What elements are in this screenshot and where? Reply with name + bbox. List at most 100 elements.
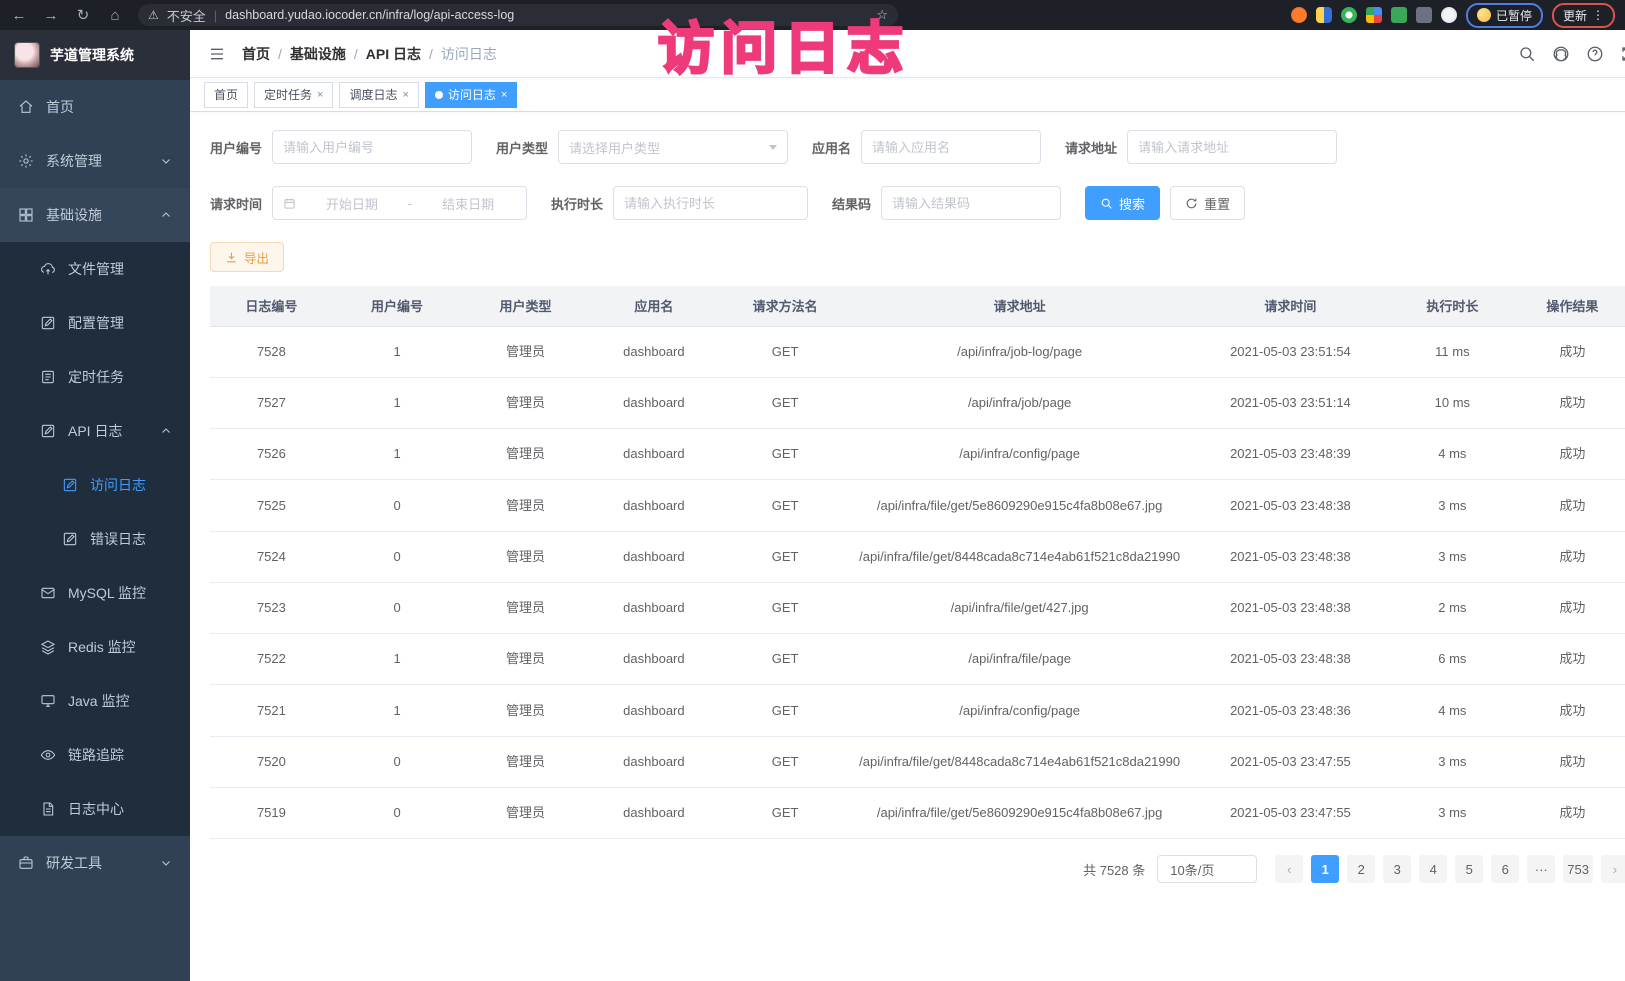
address-bar[interactable]: ⚠ 不安全 | dashboard.yudao.iocoder.cn/infra… bbox=[138, 4, 898, 26]
logo-image bbox=[14, 42, 40, 68]
page-number-button[interactable]: ··· bbox=[1527, 855, 1555, 883]
browser-home-button[interactable]: ⌂ bbox=[106, 7, 124, 24]
start-date-placeholder[interactable]: 开始日期 bbox=[304, 194, 400, 213]
search-button[interactable]: 搜索 bbox=[1085, 186, 1160, 220]
extension-icon[interactable] bbox=[1416, 7, 1432, 23]
browser-menu-icon[interactable]: ⋮ bbox=[1592, 8, 1604, 22]
sidebar-item-home[interactable]: 首页 bbox=[0, 80, 190, 134]
user-type-select[interactable]: 请选择用户类型 bbox=[558, 130, 788, 164]
breadcrumb-separator: / bbox=[354, 46, 358, 62]
tab[interactable]: 访问日志 × bbox=[425, 82, 517, 108]
export-button[interactable]: 导出 bbox=[210, 242, 284, 272]
github-icon[interactable] bbox=[1552, 45, 1570, 63]
user-type-label: 用户类型 bbox=[496, 138, 548, 157]
duration-input[interactable] bbox=[613, 186, 808, 220]
cell-time: 2021-05-03 23:48:38 bbox=[1187, 582, 1394, 633]
search-icon[interactable] bbox=[1518, 45, 1536, 63]
sidebar-item-errorlog[interactable]: 错误日志 bbox=[0, 512, 190, 566]
close-icon[interactable]: × bbox=[402, 89, 408, 101]
sidebar-item-label: 定时任务 bbox=[68, 367, 124, 387]
page-number-button[interactable]: 6 bbox=[1491, 855, 1519, 883]
extension-icon[interactable] bbox=[1316, 7, 1332, 23]
filter-row-1: 用户编号 用户类型 请选择用户类型 应用名 请求地址 bbox=[210, 130, 1625, 164]
sidebar: 芋道管理系统 首页 系统管理 基础设施 文件管理 配置管理 bbox=[0, 30, 190, 981]
page-number-button[interactable]: 3 bbox=[1383, 855, 1411, 883]
url-text[interactable]: dashboard.yudao.iocoder.cn/infra/log/api… bbox=[225, 8, 514, 22]
breadcrumb-infra[interactable]: 基础设施 bbox=[290, 44, 346, 64]
browser-back-button[interactable]: ← bbox=[10, 7, 28, 24]
app-name-field[interactable] bbox=[872, 140, 1030, 155]
hamburger-icon[interactable] bbox=[208, 46, 226, 62]
result-code-field[interactable] bbox=[892, 196, 1050, 211]
column-header-user-type: 用户类型 bbox=[461, 286, 589, 326]
sidebar-item-config[interactable]: 配置管理 bbox=[0, 296, 190, 350]
help-icon[interactable] bbox=[1586, 45, 1604, 63]
search-button-label: 搜索 bbox=[1119, 194, 1145, 213]
user-id-input[interactable] bbox=[272, 130, 472, 164]
sidebar-item-system[interactable]: 系统管理 bbox=[0, 134, 190, 188]
sidebar-item-apilog[interactable]: API 日志 bbox=[0, 404, 190, 458]
extension-icon[interactable] bbox=[1366, 7, 1382, 23]
sidebar-item-mysql[interactable]: MySQL 监控 bbox=[0, 566, 190, 620]
result-code-input[interactable] bbox=[881, 186, 1061, 220]
cell-method: GET bbox=[718, 685, 852, 736]
security-label[interactable]: 不安全 bbox=[167, 6, 206, 25]
extension-icon[interactable] bbox=[1441, 7, 1457, 23]
close-icon[interactable]: × bbox=[501, 89, 507, 101]
chevron-up-icon bbox=[160, 425, 172, 437]
cell-time: 2021-05-03 23:48:39 bbox=[1187, 429, 1394, 480]
tab[interactable]: 调度日志 × bbox=[339, 82, 418, 108]
sidebar-item-trace[interactable]: 链路追踪 bbox=[0, 728, 190, 782]
profile-paused-badge[interactable]: 已暂停 bbox=[1466, 3, 1543, 28]
extension-icon[interactable] bbox=[1291, 7, 1307, 23]
cell-log-id: 7521 bbox=[210, 685, 333, 736]
app-name-input[interactable] bbox=[861, 130, 1041, 164]
browser-forward-button[interactable]: → bbox=[42, 7, 60, 24]
request-url-input[interactable] bbox=[1127, 130, 1337, 164]
sidebar-item-devtool[interactable]: 研发工具 bbox=[0, 836, 190, 890]
edit-icon bbox=[62, 477, 78, 493]
close-icon[interactable]: × bbox=[317, 89, 323, 101]
edit-icon bbox=[40, 423, 56, 439]
page-size-select[interactable]: 10条/页 bbox=[1157, 855, 1257, 883]
tab[interactable]: 首页 × bbox=[204, 82, 248, 108]
page-number-button[interactable]: 5 bbox=[1455, 855, 1483, 883]
page-number-button[interactable]: 2 bbox=[1347, 855, 1375, 883]
cell-user-type: 管理员 bbox=[461, 480, 589, 531]
cell-app-name: dashboard bbox=[590, 377, 718, 428]
next-page-button[interactable]: › bbox=[1601, 855, 1625, 883]
tab[interactable]: 定时任务 × bbox=[254, 82, 333, 108]
sidebar-item-accesslog[interactable]: 访问日志 bbox=[0, 458, 190, 512]
cell-time: 2021-05-03 23:48:38 bbox=[1187, 480, 1394, 531]
select-caret-icon bbox=[769, 145, 777, 150]
date-range-picker[interactable]: 开始日期 - 结束日期 bbox=[272, 186, 527, 220]
extension-icon[interactable] bbox=[1391, 7, 1407, 23]
prev-page-button[interactable]: ‹ bbox=[1275, 855, 1303, 883]
breadcrumb-home[interactable]: 首页 bbox=[242, 44, 270, 64]
page-number-button[interactable]: 4 bbox=[1419, 855, 1447, 883]
reset-button[interactable]: 重置 bbox=[1170, 186, 1245, 220]
extension-icon[interactable] bbox=[1341, 7, 1357, 23]
cell-log-id: 7523 bbox=[210, 582, 333, 633]
breadcrumb-apilog[interactable]: API 日志 bbox=[366, 44, 421, 64]
request-url-field[interactable] bbox=[1138, 140, 1326, 155]
app-logo[interactable]: 芋道管理系统 bbox=[0, 30, 190, 80]
user-id-field[interactable] bbox=[283, 140, 461, 155]
sidebar-item-redis[interactable]: Redis 监控 bbox=[0, 620, 190, 674]
browser-reload-button[interactable]: ↻ bbox=[74, 6, 92, 24]
browser-update-button[interactable]: 更新 ⋮ bbox=[1552, 3, 1615, 28]
duration-field[interactable] bbox=[624, 196, 797, 211]
page-number-button[interactable]: 1 bbox=[1311, 855, 1339, 883]
bookmark-star-icon[interactable]: ☆ bbox=[876, 7, 888, 23]
sidebar-item-label: Redis 监控 bbox=[68, 637, 136, 657]
sidebar-item-job[interactable]: 定时任务 bbox=[0, 350, 190, 404]
cell-log-id: 7519 bbox=[210, 787, 333, 838]
sidebar-item-logcenter[interactable]: 日志中心 bbox=[0, 782, 190, 836]
sidebar-item-java[interactable]: Java 监控 bbox=[0, 674, 190, 728]
end-date-placeholder[interactable]: 结束日期 bbox=[420, 194, 516, 213]
sidebar-item-file[interactable]: 文件管理 bbox=[0, 242, 190, 296]
sidebar-item-infra[interactable]: 基础设施 bbox=[0, 188, 190, 242]
page-number-button[interactable]: 753 bbox=[1563, 855, 1593, 883]
fullscreen-icon[interactable] bbox=[1620, 45, 1625, 63]
cell-app-name: dashboard bbox=[590, 736, 718, 787]
